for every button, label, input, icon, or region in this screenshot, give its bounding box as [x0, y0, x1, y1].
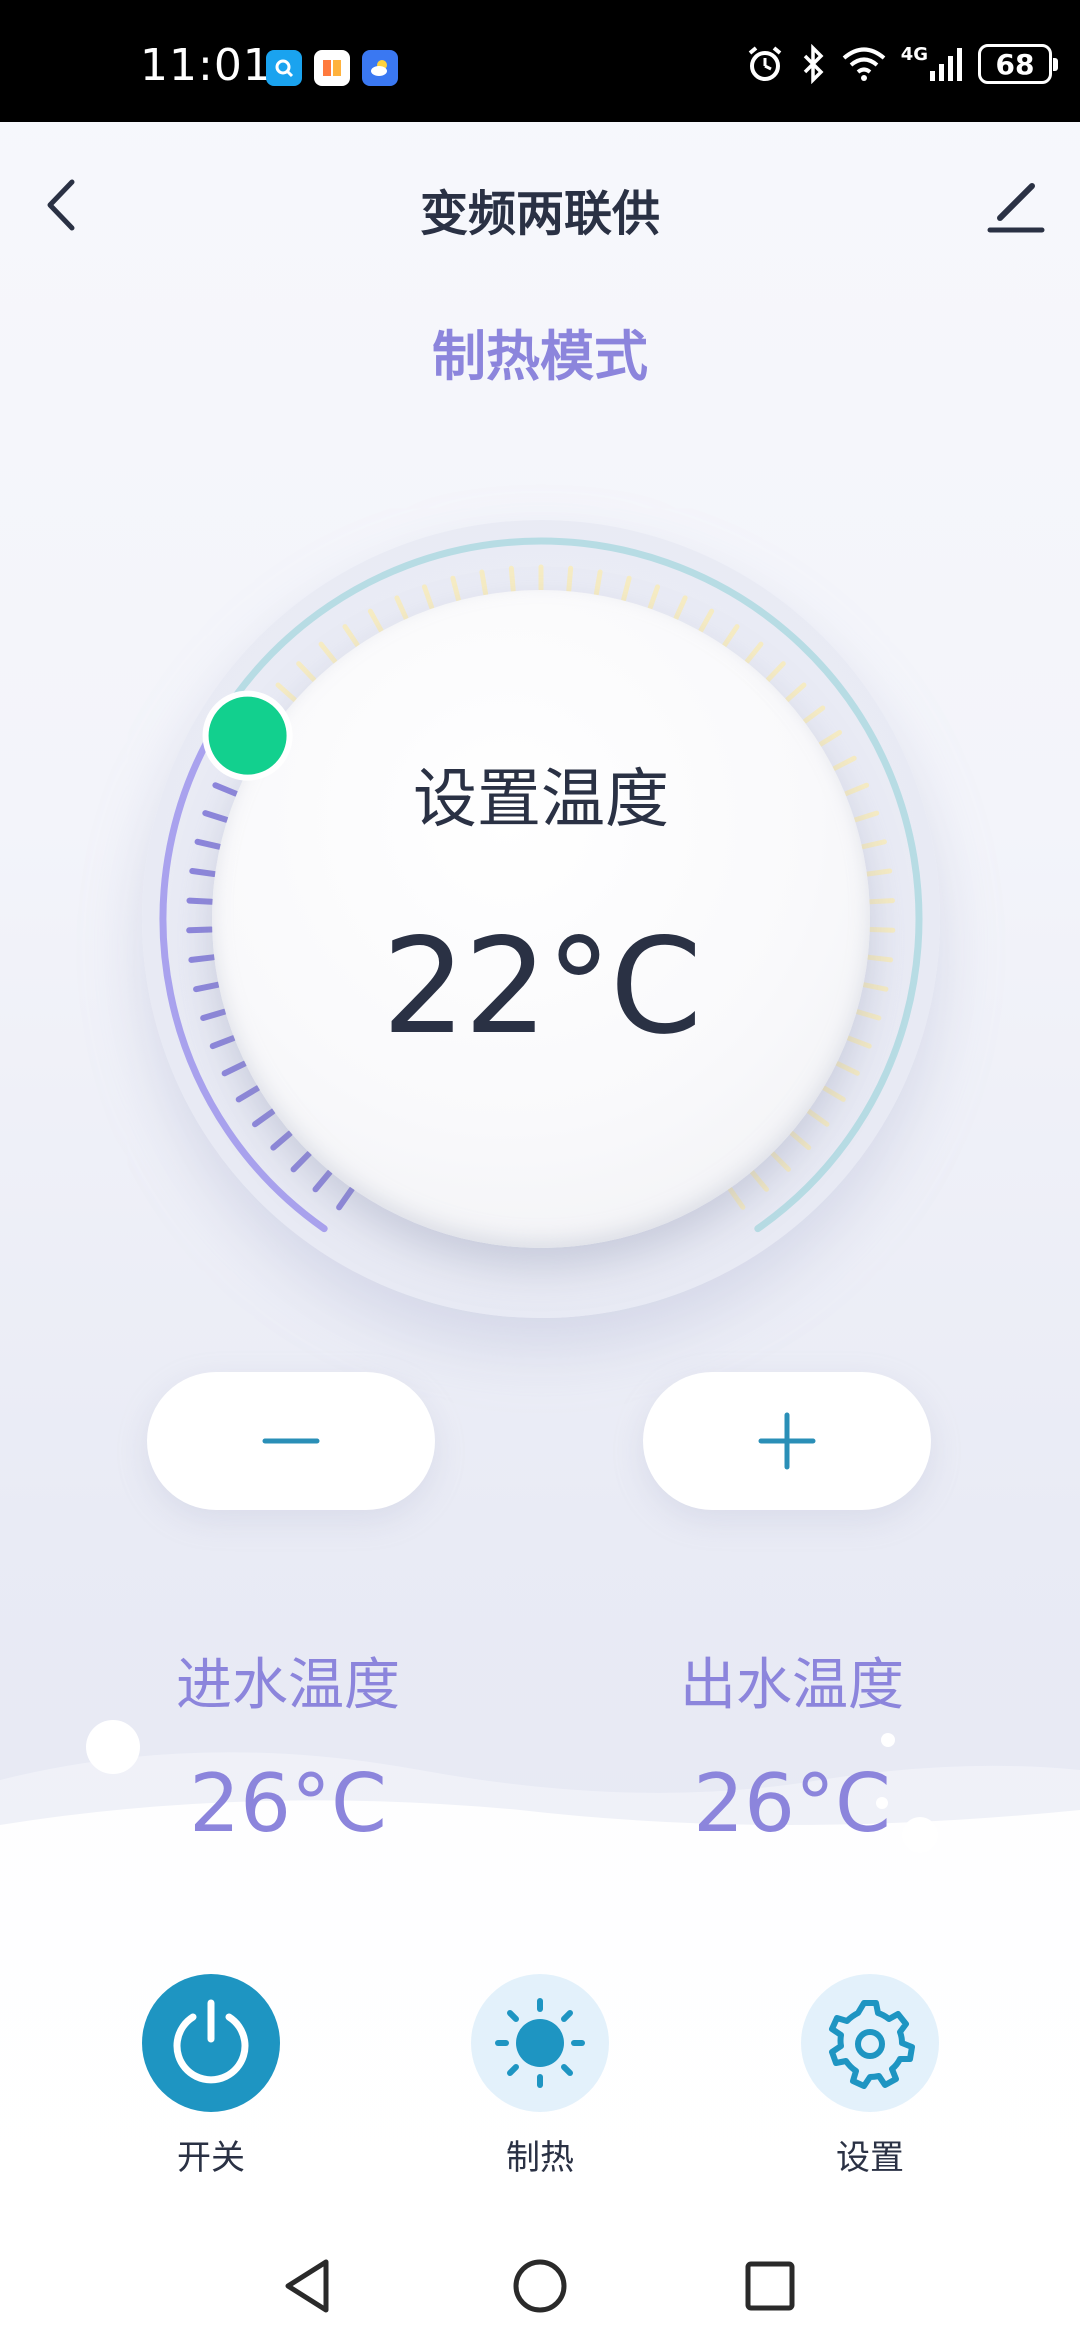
battery-indicator: 68	[978, 44, 1058, 84]
dial-knob-layer	[202, 690, 293, 781]
heat-circle	[471, 1974, 609, 2112]
bluetooth-icon	[803, 44, 824, 84]
settings-label: 设置	[836, 2138, 904, 2178]
nav-back-icon[interactable]	[280, 2256, 340, 2316]
increase-temperature-button[interactable]	[643, 1372, 931, 1510]
system-icons: 4G 68	[745, 43, 1058, 84]
mode-label: 制热模式	[432, 325, 648, 388]
signal-icon	[930, 48, 962, 81]
settings-button[interactable]: 设置	[800, 1974, 940, 2179]
inlet-temperature-label: 进水温度	[176, 1653, 400, 1718]
alarm-icon	[748, 46, 781, 81]
network-type: 4G	[900, 43, 928, 65]
pencil-icon	[987, 183, 1045, 233]
page-title: 变频两联供	[419, 186, 660, 242]
heat-mode-button[interactable]: 制热	[470, 1974, 610, 2179]
edit-button[interactable]	[984, 174, 1048, 238]
reader-app-icon	[314, 50, 350, 86]
power-label: 开关	[177, 2138, 245, 2178]
power-button[interactable]: 开关	[141, 1974, 281, 2179]
status-time: 11:01	[140, 40, 272, 91]
inlet-temperature-value: 26°C	[189, 1757, 387, 1850]
settings-circle	[801, 1974, 939, 2112]
outlet-temperature-value: 26°C	[693, 1757, 891, 1850]
weather-app-icon	[362, 50, 398, 86]
wifi-icon	[842, 47, 885, 81]
gear-icon	[829, 2000, 915, 2089]
outlet-temperature: 出水温度 26°C	[612, 1640, 972, 1850]
power-icon	[173, 1999, 249, 2084]
minus-icon	[262, 1438, 320, 1444]
temperature-dial[interactable]: 设置温度 22°C	[142, 520, 940, 1318]
power-circle	[142, 1974, 280, 2112]
header: 变频两联供	[0, 122, 1080, 292]
sun-icon	[495, 1998, 585, 2088]
search-app-icon	[266, 50, 302, 86]
system-navigation-bar	[0, 2230, 1080, 2340]
heat-label: 制热	[506, 2138, 574, 2178]
nav-recents-icon[interactable]	[740, 2256, 800, 2316]
dial-knob[interactable]	[202, 690, 293, 781]
notification-icons	[266, 50, 398, 86]
nav-home-icon[interactable]	[510, 2256, 570, 2316]
status-bar: 11:01 4G 68	[0, 0, 1080, 122]
decrease-temperature-button[interactable]	[147, 1372, 435, 1510]
plus-icon	[758, 1412, 816, 1470]
inlet-temperature: 进水温度 26°C	[108, 1640, 468, 1850]
outlet-temperature-label: 出水温度	[680, 1653, 904, 1718]
